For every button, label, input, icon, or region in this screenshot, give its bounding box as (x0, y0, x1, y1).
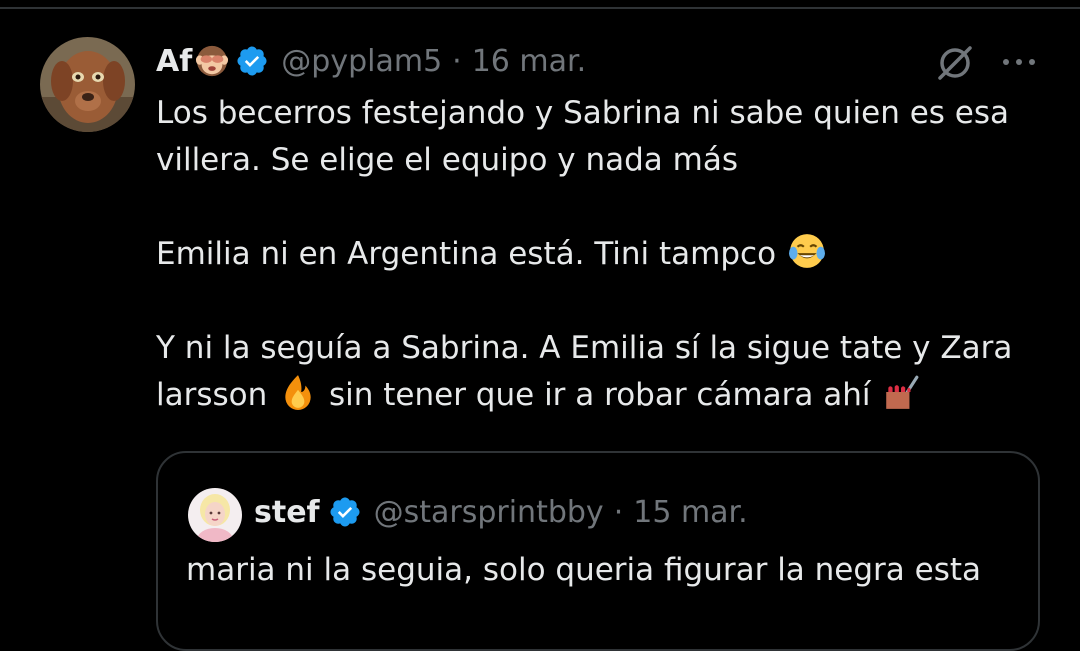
tears-of-joy-emoji (788, 234, 825, 268)
tweet-line: Emilia ni en Argentina está. Tini tampco (156, 231, 1056, 278)
quoted-tweet-card[interactable]: stef @starsprintbby · 15 mar. maria ni l… (156, 451, 1040, 651)
author-avatar[interactable] (40, 37, 135, 132)
quoted-tweet-header: stef @starsprintbby · 15 mar. (254, 489, 748, 535)
more-options-icon[interactable] (999, 52, 1039, 72)
tweet-date[interactable]: 16 mar. (472, 44, 586, 79)
separator-dot: · (452, 43, 462, 79)
tweet-text: Los becerros festejando y Sabrina ni sab… (156, 90, 1056, 419)
quoted-author-avatar[interactable] (188, 488, 242, 542)
grok-icon[interactable] (934, 42, 976, 84)
fire-emoji (285, 375, 311, 410)
tweet-line: Los becerros festejando y Sabrina ni sab… (156, 95, 1009, 131)
nail-polish-emoji (886, 375, 919, 409)
quoted-tweet-text: maria ni la seguia, solo queria figurar … (186, 547, 1026, 594)
separator-dot: · (613, 494, 624, 530)
tweet-header: Af @pyplam5 · 16 mar. (156, 38, 586, 84)
quoted-tweet-line: maria ni la seguia, solo queria figurar … (186, 552, 982, 588)
verified-badge-icon (330, 497, 360, 527)
tweet-line: Y ni la seguía a Sabrina. A Emilia sí la… (156, 330, 1013, 366)
tweet-line-text: Emilia ni en Argentina está. Tini tampco (156, 236, 777, 272)
author-handle[interactable]: @pyplam5 (281, 44, 442, 79)
tweet-line-text: sin tener que ir a robar cámara ahí (329, 377, 871, 413)
verified-badge-icon (237, 46, 267, 76)
author-name[interactable]: Af (156, 44, 192, 79)
quoted-author-name[interactable]: stef (254, 495, 320, 530)
quoted-tweet-date[interactable]: 15 mar. (633, 495, 747, 530)
tweet-line: larsson sin tener que ir a robar cámara … (156, 372, 1056, 419)
top-divider (0, 7, 1080, 9)
tweet-line-text: larsson (156, 377, 268, 413)
quoted-author-handle[interactable]: @starsprintbby (374, 495, 604, 530)
tweet-line: villera. Se elige el equipo y nada más (156, 142, 738, 178)
see-no-evil-monkey-emoji (196, 45, 229, 77)
